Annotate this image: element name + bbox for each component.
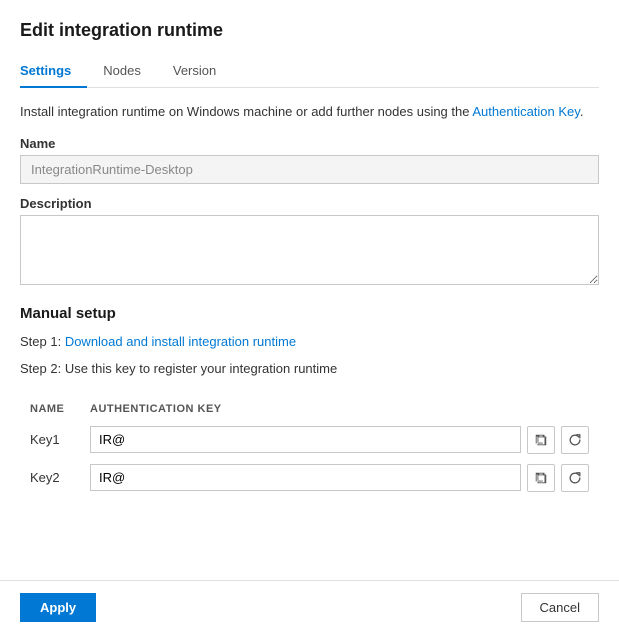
name-input [20, 155, 599, 184]
tab-nodes[interactable]: Nodes [103, 55, 157, 88]
info-text: Install integration runtime on Windows m… [20, 102, 599, 122]
key2-copy-button[interactable] [527, 464, 555, 492]
page-title: Edit integration runtime [20, 20, 599, 41]
footer: Apply Cancel [0, 580, 619, 634]
col-header-auth-key: AUTHENTICATION KEY [80, 397, 599, 421]
refresh-icon [568, 471, 582, 485]
download-link[interactable]: Download and install integration runtime [65, 334, 296, 349]
key2-input[interactable] [90, 464, 521, 491]
table-row: Key2 [20, 459, 599, 497]
info-suffix: . [580, 104, 584, 119]
key1-name: Key1 [20, 421, 80, 459]
auth-keys-table: NAME AUTHENTICATION KEY Key1 [20, 397, 599, 497]
key2-input-row [90, 464, 589, 492]
step2-text: Step 2: Use this key to register your in… [20, 359, 599, 379]
step2-prefix: Step 2: [20, 361, 65, 376]
info-prefix: Install integration runtime on Windows m… [20, 104, 472, 119]
page-container: Edit integration runtime Settings Nodes … [0, 0, 619, 580]
refresh-icon [568, 433, 582, 447]
step2-content: Use this key to register your integratio… [65, 361, 337, 376]
tab-version[interactable]: Version [173, 55, 232, 88]
key2-cell [80, 459, 599, 497]
copy-icon [534, 433, 548, 447]
key2-name: Key2 [20, 459, 80, 497]
tabs-bar: Settings Nodes Version [20, 55, 599, 88]
key1-copy-button[interactable] [527, 426, 555, 454]
col-header-name: NAME [20, 397, 80, 421]
name-label: Name [20, 136, 599, 151]
step1-text: Step 1: Download and install integration… [20, 332, 599, 352]
key1-input[interactable] [90, 426, 521, 453]
key2-refresh-button[interactable] [561, 464, 589, 492]
key1-cell [80, 421, 599, 459]
manual-setup-title: Manual setup [20, 305, 599, 322]
apply-button[interactable]: Apply [20, 593, 96, 622]
step1-prefix: Step 1: [20, 334, 65, 349]
copy-icon [534, 471, 548, 485]
key1-input-row [90, 426, 589, 454]
table-row: Key1 [20, 421, 599, 459]
description-label: Description [20, 196, 599, 211]
key1-refresh-button[interactable] [561, 426, 589, 454]
description-textarea[interactable] [20, 215, 599, 285]
auth-key-link[interactable]: Authentication Key [472, 104, 579, 119]
tab-settings[interactable]: Settings [20, 55, 87, 88]
cancel-button[interactable]: Cancel [521, 593, 599, 622]
